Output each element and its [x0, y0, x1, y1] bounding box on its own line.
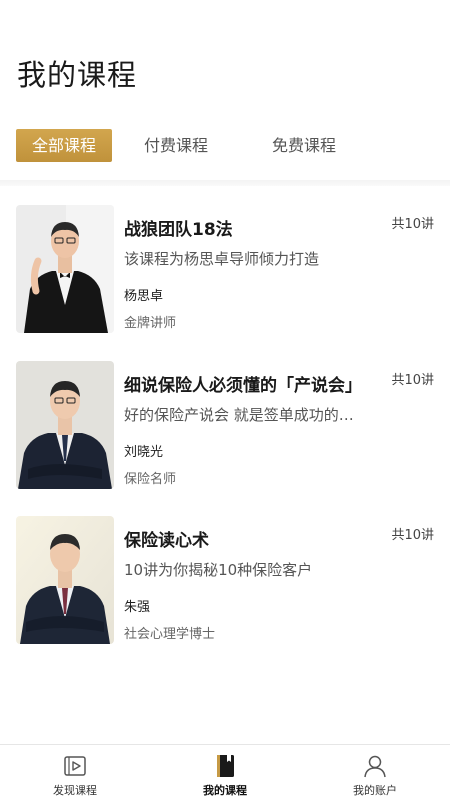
course-info: 战狼团队18法 该课程为杨思卓导师倾力打造 杨思卓 金牌讲师 [124, 215, 436, 331]
teacher-name: 杨思卓 [124, 289, 164, 304]
teacher-title: 金牌讲师 [124, 316, 177, 331]
teacher-title: 社会心理学博士 [124, 627, 216, 642]
tabbar-item-my-courses[interactable]: 我的课程 [150, 745, 300, 800]
course-description: 好的保险产说会 就是签单成功的… [124, 406, 354, 424]
user-icon [364, 755, 386, 778]
course-title: 细说保险人必须懂的「产说会」 [124, 376, 362, 396]
course-thumbnail [16, 516, 114, 644]
tab-paid-courses[interactable]: 付费课程 [128, 129, 224, 162]
course-thumbnail [16, 361, 114, 489]
course-title: 保险读心术 [124, 531, 209, 551]
course-item[interactable]: 保险读心术 10讲为你揭秘10种保险客户 朱强 社会心理学博士 共10讲 [16, 516, 436, 644]
tabbar-label: 我的课程 [203, 784, 247, 797]
teacher-title: 保险名师 [124, 472, 177, 487]
video-play-icon [64, 756, 86, 776]
tabbar-item-my-account[interactable]: 我的账户 [300, 745, 450, 800]
course-thumbnail [16, 205, 114, 333]
course-description: 该课程为杨思卓导师倾力打造 [124, 250, 320, 268]
teacher-name: 朱强 [124, 600, 151, 615]
course-item[interactable]: 细说保险人必须懂的「产说会」 好的保险产说会 就是签单成功的… 刘晓光 保险名师… [16, 361, 436, 489]
course-info: 细说保险人必须懂的「产说会」 好的保险产说会 就是签单成功的… 刘晓光 保险名师 [124, 371, 436, 487]
divider [0, 180, 450, 186]
bottom-tab-bar: 发现课程 我的课程 我的账户 [0, 744, 450, 800]
lesson-count: 共10讲 [391, 528, 434, 543]
course-description: 10讲为你揭秘10种保险客户 [124, 561, 313, 579]
lesson-count: 共10讲 [391, 217, 434, 232]
tabbar-label: 我的账户 [353, 784, 397, 797]
lesson-count: 共10讲 [391, 373, 434, 388]
book-icon [217, 755, 234, 777]
tabbar-item-discover[interactable]: 发现课程 [0, 745, 150, 800]
tabbar-label: 发现课程 [53, 784, 97, 797]
tab-all-courses[interactable]: 全部课程 [16, 129, 113, 162]
course-item[interactable]: 战狼团队18法 该课程为杨思卓导师倾力打造 杨思卓 金牌讲师 共10讲 [16, 205, 436, 333]
teacher-name: 刘晓光 [124, 445, 164, 460]
course-title: 战狼团队18法 [124, 220, 233, 240]
course-filter-tabs: 全部课程 付费课程 免费课程 [16, 129, 352, 162]
tab-free-courses[interactable]: 免费课程 [256, 129, 352, 162]
course-info: 保险读心术 10讲为你揭秘10种保险客户 朱强 社会心理学博士 [124, 526, 436, 642]
page-title: 我的课程 [17, 58, 138, 92]
